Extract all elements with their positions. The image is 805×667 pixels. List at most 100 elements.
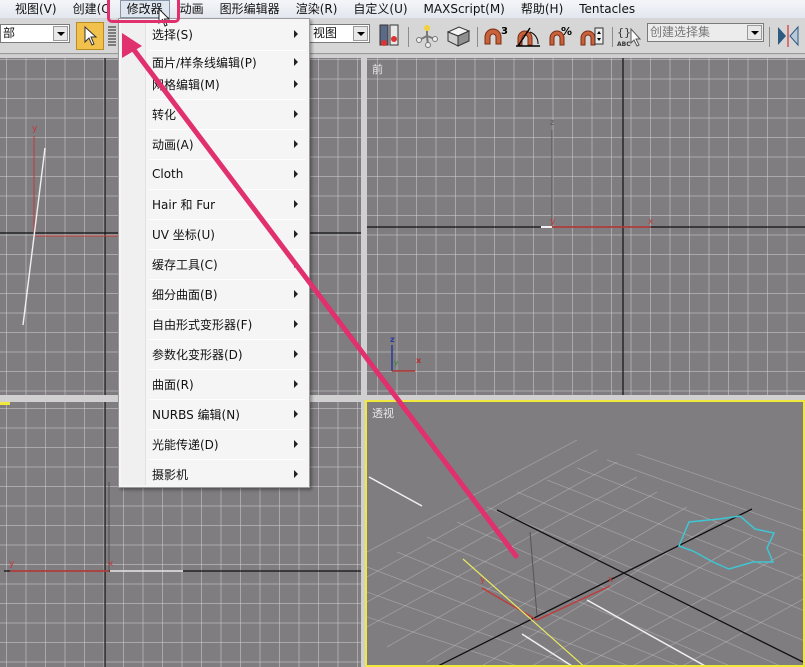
menu-separator	[149, 399, 305, 400]
menu-item-uv-coordinates[interactable]: UV 坐标(U)	[147, 222, 307, 246]
svg-text:{}: {}	[617, 26, 631, 39]
axis-tripod-x	[536, 585, 611, 621]
snap-toggle-button[interactable]: 3	[481, 22, 509, 50]
toolbar-separator	[769, 27, 770, 47]
percent-label: %	[561, 25, 572, 38]
menu-separator	[149, 429, 305, 430]
viewport-corner-marker	[0, 402, 10, 405]
menu-item-label: UV 坐标(U)	[152, 227, 215, 242]
mirror-button[interactable]	[774, 22, 802, 50]
reference-coord-dropdown[interactable]: 视图	[300, 24, 370, 43]
menu-item-cache-tools[interactable]: 缓存工具(C)	[147, 252, 307, 276]
menu-rendering[interactable]: 渲染(R)	[288, 0, 346, 18]
submenu-arrow-icon	[294, 80, 298, 88]
axis-tripod-z	[529, 531, 538, 617]
layer-manager-icon	[379, 24, 399, 46]
schematic-box-icon	[446, 26, 471, 47]
line-object-2	[586, 599, 705, 665]
menu-separator	[149, 249, 305, 250]
submenu-arrow-icon	[294, 110, 298, 118]
menu-item-hair-and-fur[interactable]: Hair 和 Fur	[147, 192, 307, 216]
menu-item-label: 细分曲面(B)	[152, 287, 218, 302]
world-axis-1	[496, 509, 803, 663]
percent-snap-icon: %	[549, 25, 572, 46]
select-by-name-button[interactable]	[106, 22, 118, 50]
line-object-3	[521, 633, 572, 665]
viewport-front-scene: z y x z y x	[367, 58, 805, 395]
axis-label-y: y	[480, 575, 486, 585]
menu-item-label: NURBS 编辑(N)	[152, 407, 240, 422]
menu-item-radiosity[interactable]: 光能传递(D)	[147, 432, 307, 456]
menu-item-patch-spline-editing[interactable]: 面片/样条线编辑(P)	[147, 50, 307, 74]
menu-customize[interactable]: 自定义(U)	[345, 0, 415, 18]
gizmo-label-x: x	[416, 356, 422, 365]
menu-item-label: Hair 和 Fur	[152, 197, 216, 212]
menu-item-label: 动画(A)	[152, 137, 194, 152]
viewport-label-perspective[interactable]: 透视	[372, 405, 394, 421]
chevron-down-icon[interactable]	[747, 25, 762, 40]
axis-label-x: x	[608, 575, 614, 585]
mirror-icon	[778, 25, 799, 47]
axis-label-x: x	[108, 559, 114, 569]
toolbar-separator	[477, 27, 478, 47]
menu-separator	[149, 459, 305, 460]
menu-separator	[149, 339, 305, 340]
menu-item-animation[interactable]: 动画(A)	[147, 132, 307, 156]
menu-separator	[149, 129, 305, 130]
axis-label-y: y	[32, 124, 38, 134]
submenu-arrow-icon	[294, 58, 298, 66]
menu-item-label: 面片/样条线编辑(P)	[152, 55, 257, 70]
menu-item-mesh-editing[interactable]: 网格编辑(M)	[147, 72, 307, 96]
angle-snap-icon	[516, 27, 540, 47]
toolbar-separator	[408, 27, 409, 47]
menu-item-free-form-deformers[interactable]: 自由形式变形器(F)	[147, 312, 307, 336]
menu-separator	[149, 219, 305, 220]
menu-separator	[149, 369, 305, 370]
menu-item-conversion[interactable]: 转化	[147, 102, 307, 126]
menu-help[interactable]: 帮助(H)	[513, 0, 571, 18]
percent-snap-button[interactable]: %	[546, 22, 574, 50]
named-selection-sets-dropdown[interactable]: 创建选择集	[647, 23, 764, 42]
menu-item-surface[interactable]: 曲面(R)	[147, 372, 307, 396]
line-object	[22, 147, 46, 326]
named-selection-placeholder: 创建选择集	[650, 25, 711, 39]
menu-item-label: 网格编辑(M)	[152, 77, 220, 92]
viewport-label-front[interactable]: 前	[372, 61, 383, 77]
angle-snap-button[interactable]	[514, 22, 542, 50]
spinner-snap-button[interactable]	[578, 22, 606, 50]
menu-item-cameras[interactable]: 摄影机	[147, 462, 307, 486]
menu-icon-gutter	[121, 21, 146, 485]
edit-named-selection-button[interactable]: {} ABC	[616, 22, 644, 50]
select-object-button[interactable]	[76, 22, 104, 50]
menu-item-label: 缓存工具(C)	[152, 257, 218, 272]
submenu-arrow-icon	[294, 290, 298, 298]
menu-separator	[149, 189, 305, 190]
annotation-highlight-box	[107, 0, 180, 23]
menu-item-nurbs-editing[interactable]: NURBS 编辑(N)	[147, 402, 307, 426]
chevron-down-icon[interactable]	[353, 26, 368, 41]
select-and-link-button[interactable]	[413, 22, 441, 50]
menu-separator	[149, 159, 305, 160]
spinner-snap-icon	[580, 27, 604, 46]
menu-item-label: 选择(S)	[152, 27, 193, 42]
menu-item-parametric-deformers[interactable]: 参数化变形器(D)	[147, 342, 307, 366]
schematic-view-button[interactable]	[444, 22, 472, 50]
menu-maxscript[interactable]: MAXScript(M)	[416, 0, 513, 18]
menu-item-label: 摄影机	[152, 467, 189, 482]
submenu-arrow-icon	[294, 380, 298, 388]
submenu-arrow-icon	[294, 470, 298, 478]
selection-filter-dropdown[interactable]: 部	[0, 24, 70, 43]
viewport-perspective[interactable]: 透视 y x	[365, 400, 805, 667]
pivot-icon	[416, 25, 438, 48]
menu-item-selection[interactable]: 选择(S)	[147, 22, 307, 46]
menu-graph-editors[interactable]: 图形编辑器	[212, 0, 288, 18]
viewport-front[interactable]: 前 z y x z y x	[367, 58, 805, 395]
submenu-arrow-icon	[294, 410, 298, 418]
menu-view[interactable]: 视图(V)	[0, 0, 65, 18]
chevron-down-icon[interactable]	[53, 26, 68, 41]
menu-item-cloth[interactable]: Cloth	[147, 162, 307, 186]
pivot-center-button[interactable]	[376, 22, 404, 50]
modifiers-dropdown-menu: 选择(S) 面片/样条线编辑(P) 网格编辑(M) 转化 动画(A) Cloth…	[118, 18, 310, 488]
menu-item-subdivision-surfaces[interactable]: 细分曲面(B)	[147, 282, 307, 306]
menu-tentacles[interactable]: Tentacles	[571, 0, 643, 18]
